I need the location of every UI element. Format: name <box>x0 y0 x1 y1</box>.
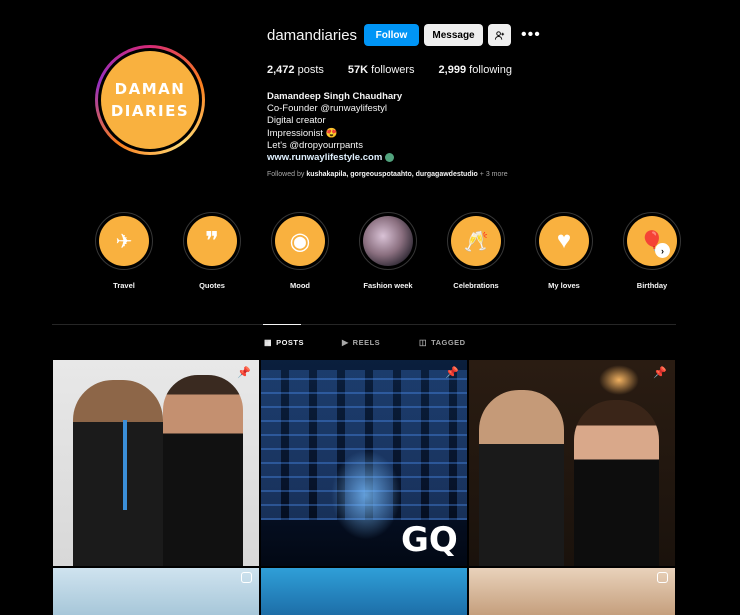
following-count: 2,999 <box>438 64 467 76</box>
highlight-my-loves[interactable]: ♥ My loves <box>520 212 608 290</box>
tab-tagged-label: TAGGED <box>431 338 466 347</box>
followed-by-users: kushakapila, gorgeouspotaahto, durgagawd… <box>306 171 478 178</box>
bio-full-name: Damandeep Singh Chaudhary <box>267 91 403 102</box>
suggested-users-button[interactable] <box>488 24 511 46</box>
pin-icon: 📌 <box>653 367 667 379</box>
followed-by-prefix: Followed by <box>267 171 305 178</box>
tab-tagged[interactable]: ◫ TAGGED <box>419 338 466 347</box>
highlight-ring: ❞ <box>183 212 241 270</box>
posts-stat[interactable]: 2,472 posts <box>267 64 324 76</box>
pin-icon: 📌 <box>237 367 251 379</box>
profile-username: damandiaries <box>267 27 358 44</box>
highlight-ring: 🎈 <box>623 212 681 270</box>
tagged-icon: ◫ <box>419 338 428 347</box>
reel-icon <box>241 572 252 583</box>
posts-count: 2,472 <box>267 64 295 76</box>
bio-line-4: Let's @dropyourrpants <box>267 139 363 151</box>
tabs-divider <box>52 324 676 325</box>
followed-by[interactable]: Followed by kushakapila, gorgeouspotaaht… <box>267 171 508 178</box>
highlight-birthday[interactable]: 🎈 Birthday <box>608 212 696 290</box>
avatar-text-line2: DIARIES <box>110 102 190 120</box>
bio-line-1: Co-Founder @runwaylifestyl <box>267 103 387 115</box>
highlight-ring <box>359 212 417 270</box>
highlight-travel[interactable]: ✈ Travel <box>80 212 168 290</box>
story-highlights: ✈ Travel ❞ Quotes ◉ Mood Fashion week 🥂 … <box>80 212 696 290</box>
message-button[interactable]: Message <box>424 24 483 46</box>
highlight-mood[interactable]: ◉ Mood <box>256 212 344 290</box>
balloon-icon: 🎈 <box>627 216 677 266</box>
post-photo-chandelier <box>599 365 639 395</box>
post-thumbnail[interactable]: 📌 <box>53 360 259 566</box>
post-thumbnail[interactable]: 📌 <box>469 360 675 566</box>
tab-posts[interactable]: ▦ POSTS <box>264 338 304 347</box>
highlight-quotes[interactable]: ❞ Quotes <box>168 212 256 290</box>
highlight-label: Quotes <box>199 281 225 290</box>
photo-icon <box>363 216 413 266</box>
following-label: following <box>469 64 512 76</box>
bio-line-2: Digital creator <box>267 115 326 127</box>
highlight-celebrations[interactable]: 🥂 Celebrations <box>432 212 520 290</box>
bio-line-3: Impressionist 😍 <box>267 127 338 139</box>
tab-posts-label: POSTS <box>276 338 304 347</box>
highlight-label: Fashion week <box>363 281 413 290</box>
heart-icon: ♥ <box>539 216 589 266</box>
highlight-ring: ♥ <box>535 212 593 270</box>
highlight-label: My loves <box>548 281 580 290</box>
post-photo-gq-logo: GQ <box>401 520 458 560</box>
highlight-label: Travel <box>113 281 135 290</box>
highlight-ring: ◉ <box>271 212 329 270</box>
post-thumbnail[interactable] <box>261 568 467 615</box>
tab-reels-label: REELS <box>352 338 381 347</box>
reel-icon <box>657 572 668 583</box>
highlight-ring: ✈ <box>95 212 153 270</box>
profile-bio: Damandeep Singh Chaudhary Co-Founder @ru… <box>267 91 402 164</box>
reels-icon: ▶ <box>342 338 349 347</box>
post-photo-person-right <box>574 400 659 566</box>
profile-avatar[interactable]: DAMAN DIARIES <box>95 45 205 155</box>
following-stat[interactable]: 2,999 following <box>439 64 512 76</box>
highlight-ring: 🥂 <box>447 212 505 270</box>
post-thumbnail[interactable]: GQ 📌 <box>261 360 467 566</box>
highlights-next-button[interactable]: › <box>655 243 670 258</box>
post-thumbnail[interactable] <box>53 568 259 615</box>
verified-icon <box>385 153 395 162</box>
chevron-right-icon: › <box>661 245 664 256</box>
post-thumbnail[interactable] <box>469 568 675 615</box>
post-photo-person-right <box>163 375 243 566</box>
followers-count: 57K <box>347 64 369 76</box>
followers-stat[interactable]: 57K followers <box>348 64 415 76</box>
tab-reels[interactable]: ▶ REELS <box>342 338 380 347</box>
follow-button[interactable]: Follow <box>364 24 419 46</box>
highlight-label: Birthday <box>636 281 668 290</box>
lanyard <box>123 420 127 510</box>
avatar-logo: DAMAN DIARIES <box>101 51 199 149</box>
posts-label: posts <box>297 64 324 76</box>
champagne-icon: 🥂 <box>451 216 501 266</box>
avatar-text-line1: DAMAN <box>114 80 186 98</box>
avatar-border: DAMAN DIARIES <box>98 48 202 152</box>
grid-icon: ▦ <box>264 338 273 347</box>
profile-stats: 2,472 posts 57K followers 2,999 followin… <box>267 64 536 76</box>
followers-label: followers <box>371 64 415 76</box>
followed-by-more: + 3 more <box>479 171 508 178</box>
bio-website-link[interactable]: www.runwaylifestyle.com <box>267 152 382 163</box>
airplane-icon: ✈ <box>99 216 149 266</box>
highlight-label: Celebrations <box>453 281 499 290</box>
highlight-fashion-week[interactable]: Fashion week <box>344 212 432 290</box>
post-photo-stage-light <box>331 450 401 540</box>
pin-icon: 📌 <box>445 367 459 379</box>
post-photo-person-left <box>73 380 163 566</box>
quote-icon: ❞ <box>187 216 237 266</box>
post-photo-person-left <box>479 390 564 566</box>
vinyl-icon: ◉ <box>275 216 325 266</box>
highlight-label: Mood <box>290 281 310 290</box>
add-person-icon <box>494 30 505 40</box>
more-options-icon[interactable]: ••• <box>521 26 541 44</box>
active-tab-indicator <box>263 324 301 325</box>
